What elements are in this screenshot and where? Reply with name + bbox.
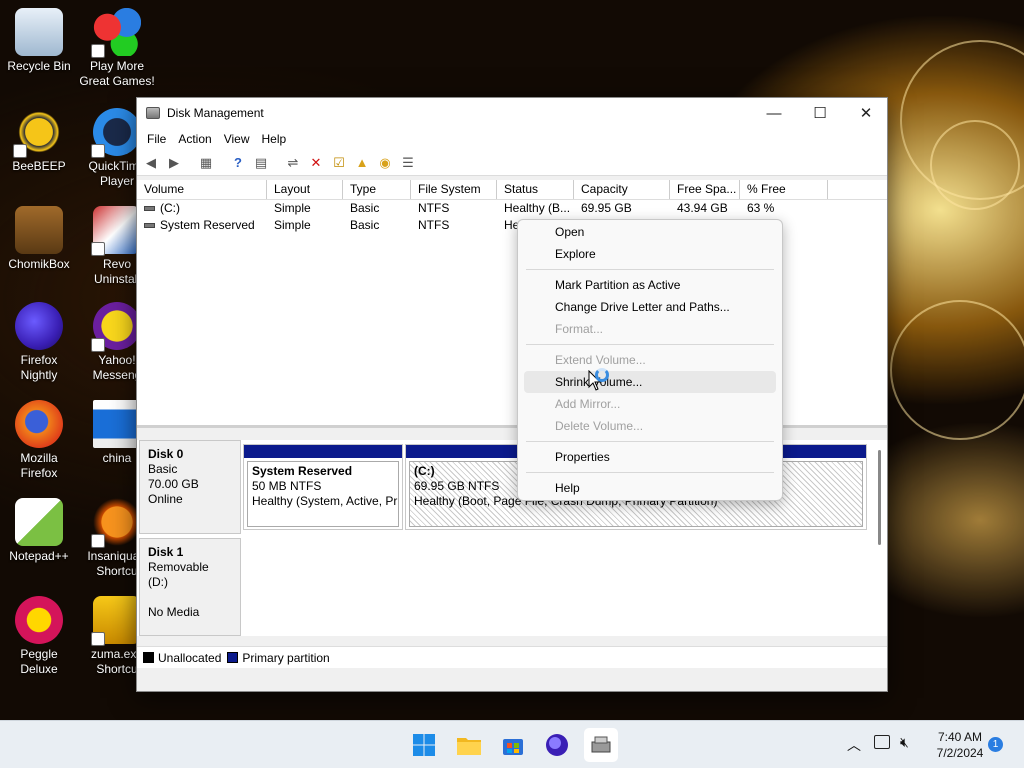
clock-date: 7/2/2024 — [936, 746, 984, 760]
back-arrow-icon[interactable]: ◀ — [141, 153, 161, 173]
store-icon[interactable] — [496, 728, 530, 762]
window-title: Disk Management — [167, 106, 264, 120]
chomikbox-icon — [15, 206, 63, 254]
notification-badge[interactable]: 1 — [988, 737, 1003, 752]
desktop-icon-notepadpp[interactable]: Notepad++ — [1, 498, 77, 564]
file-explorer-icon[interactable] — [452, 728, 486, 762]
menu-bar: File Action View Help — [137, 128, 887, 150]
window-shortcut-icon — [93, 400, 141, 448]
forward-arrow-icon[interactable]: ▶ — [164, 153, 184, 173]
menu-item-add-mirror: Add Mirror... — [555, 397, 621, 411]
menu-item-extend-volume: Extend Volume... — [555, 353, 646, 367]
menu-separator — [526, 269, 774, 270]
revo-uninstaller-icon — [91, 206, 141, 256]
desktop-icon-beebeep[interactable]: BeeBEEP — [1, 108, 77, 174]
wallpaper-swirl — [930, 120, 1020, 210]
firefox-nightly-icon[interactable] — [540, 728, 574, 762]
maximize-button[interactable]: ☐ — [797, 98, 843, 128]
table-row[interactable]: (C:) Simple Basic NTFS Healthy (B... 69.… — [137, 200, 887, 217]
search-folder-icon[interactable]: ◉ — [375, 153, 395, 173]
list-icon[interactable]: ☰ — [398, 153, 418, 173]
clock[interactable]: 7:40 AM 7/2/2024 — [934, 730, 986, 760]
network-icon[interactable] — [874, 735, 890, 749]
recycle-bin-icon — [15, 8, 63, 56]
menu-item-format: Format... — [555, 322, 604, 336]
check-icon[interactable]: ☑ — [329, 153, 349, 173]
folder-up-icon[interactable]: ▲ — [352, 153, 372, 173]
drive-icon — [144, 223, 155, 229]
primary-partition-swatch — [227, 652, 239, 663]
drive-icon — [144, 206, 155, 212]
volume-list-header: Volume Layout Type File System Status Ca… — [137, 180, 887, 200]
menu-item-properties[interactable]: Properties — [524, 446, 776, 468]
yahoo-messenger-icon — [91, 302, 141, 352]
bee-icon — [13, 108, 63, 158]
context-menu: Open Explore Mark Partition as Active Ch… — [517, 219, 783, 501]
disk-1-label[interactable]: Disk 1 Removable (D:) No Media — [139, 538, 241, 636]
menu-separator — [526, 441, 774, 442]
firefox-icon — [15, 400, 63, 448]
col-file-system[interactable]: File System — [411, 180, 497, 199]
properties-icon[interactable]: ▤ — [251, 153, 271, 173]
desktop-icon-chomikbox[interactable]: ChomikBox — [1, 206, 77, 272]
busy-spinner-icon — [595, 368, 609, 382]
menu-item-delete-volume: Delete Volume... — [555, 419, 644, 433]
graphical-view-scrollbar[interactable] — [878, 450, 881, 545]
menu-separator — [526, 344, 774, 345]
windows-start-icon[interactable] — [407, 728, 441, 762]
peggle-icon — [15, 596, 63, 644]
wallpaper-swirl — [890, 300, 1024, 440]
disk-management-icon — [146, 107, 160, 119]
legend-primary-partition: Primary partition — [242, 650, 330, 665]
connect-icon[interactable]: ⇌ — [283, 153, 303, 173]
menu-item-open[interactable]: Open — [524, 221, 776, 243]
col-type[interactable]: Type — [343, 180, 411, 199]
fish-icon — [91, 498, 141, 548]
col-capacity[interactable]: Capacity — [574, 180, 670, 199]
chevron-up-icon[interactable]: ︿ — [847, 735, 861, 755]
title-bar[interactable]: Disk Management — ☐ ✕ — [137, 98, 887, 128]
legend: Unallocated Primary partition — [137, 646, 887, 668]
toolbar: ◀ ▶ ▦ ? ▤ ⇌ ✕ ☑ ▲ ◉ ☰ — [137, 150, 887, 176]
delete-icon[interactable]: ✕ — [306, 153, 326, 173]
minimize-button[interactable]: — — [751, 98, 797, 128]
disk-0-label[interactable]: Disk 0 Basic 70.00 GB Online — [139, 440, 241, 534]
col-layout[interactable]: Layout — [267, 180, 343, 199]
menu-file[interactable]: File — [141, 132, 172, 146]
desktop-icon-recycle-bin[interactable]: Recycle Bin — [1, 8, 77, 74]
menu-item-explore[interactable]: Explore — [524, 243, 776, 265]
col-status[interactable]: Status — [497, 180, 574, 199]
close-button[interactable]: ✕ — [843, 98, 889, 128]
partition-system-reserved[interactable]: System Reserved 50 MB NTFS Healthy (Syst… — [243, 444, 403, 530]
menu-item-help[interactable]: Help — [524, 477, 776, 499]
menu-view[interactable]: View — [218, 132, 256, 146]
notepadpp-icon — [15, 498, 63, 546]
desktop-icon-firefox-nightly[interactable]: Firefox Nightly — [1, 302, 77, 383]
unallocated-swatch — [143, 652, 154, 663]
disk-management-icon[interactable] — [584, 728, 618, 762]
zuma-icon — [91, 596, 141, 646]
desktop-icon-mozilla-firefox[interactable]: Mozilla Firefox — [1, 400, 77, 481]
desktop-icon-peggle[interactable]: Peggle Deluxe — [1, 596, 77, 677]
console-tree-icon[interactable]: ▦ — [196, 153, 216, 173]
menu-separator — [526, 472, 774, 473]
menu-action[interactable]: Action — [172, 132, 217, 146]
menu-item-shrink-volume[interactable]: Shrink Volume... — [524, 371, 776, 393]
quicktime-icon — [91, 108, 141, 158]
volume-muted-icon[interactable]: 🔇︎ — [900, 734, 909, 751]
menu-help[interactable]: Help — [256, 132, 293, 146]
clock-time: 7:40 AM — [937, 730, 983, 744]
col-percent-free[interactable]: % Free — [740, 180, 828, 199]
col-volume[interactable]: Volume — [137, 180, 267, 199]
help-icon[interactable]: ? — [228, 153, 248, 173]
desktop-icon-play-more-games[interactable]: Play More Great Games! — [79, 8, 155, 89]
taskbar: ︿ 🔇︎ 7:40 AM 7/2/2024 1 — [0, 720, 1024, 768]
menu-item-change-drive-letter[interactable]: Change Drive Letter and Paths... — [524, 296, 776, 318]
games-icon — [91, 8, 141, 58]
col-free-space[interactable]: Free Spa... — [670, 180, 740, 199]
legend-unallocated: Unallocated — [158, 650, 222, 665]
menu-item-mark-active[interactable]: Mark Partition as Active — [524, 274, 776, 296]
firefox-nightly-icon — [15, 302, 63, 350]
